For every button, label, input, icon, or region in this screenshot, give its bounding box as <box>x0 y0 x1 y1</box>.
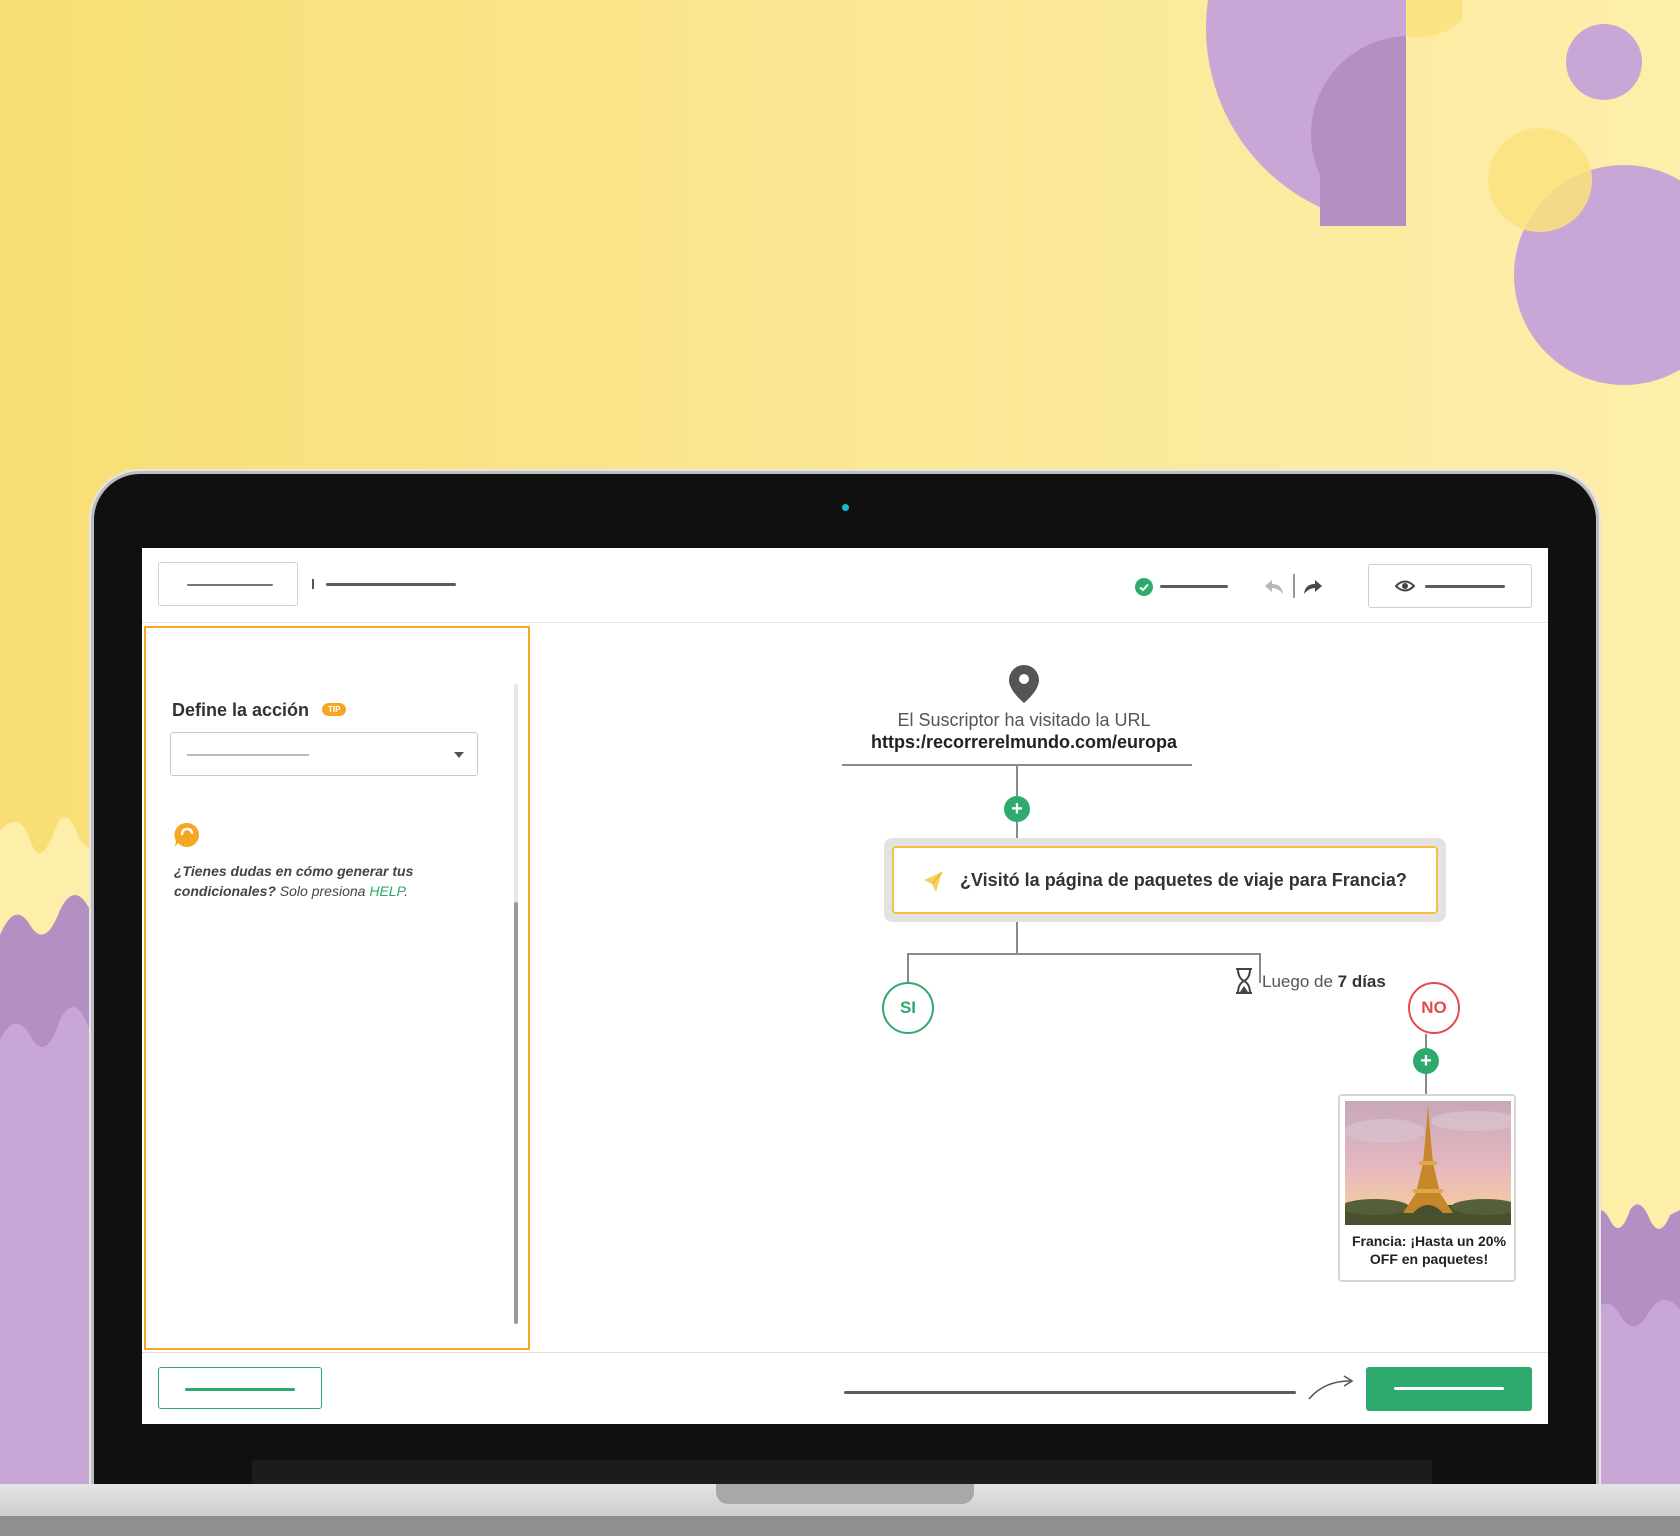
automation-title-placeholder[interactable] <box>326 583 456 586</box>
laptop-base-bottom <box>0 1516 1680 1536</box>
check-circle-icon <box>1135 578 1153 596</box>
save-status-placeholder <box>1160 585 1228 588</box>
help-link[interactable]: HELP <box>369 883 404 899</box>
decorative-shapes-top-right <box>1206 0 1680 385</box>
help-message: ¿Tienes dudas en cómo generar tus condic… <box>174 861 474 901</box>
branch-line <box>907 953 1261 955</box>
footer-message-placeholder <box>844 1391 1296 1394</box>
condition-card: ¿Visitó la página de paquetes de viaje p… <box>892 846 1438 914</box>
redo-icon[interactable] <box>1302 578 1324 596</box>
delay-value: 7 días <box>1337 972 1386 991</box>
action-select[interactable] <box>170 732 478 776</box>
location-pin-icon <box>1008 664 1040 704</box>
email-caption-line1: Francia: ¡Hasta un 20% <box>1351 1233 1507 1249</box>
app-screen: Define la acción TIP ¿Tienes dudas en có… <box>142 548 1548 1424</box>
laptop-notch <box>716 1484 974 1504</box>
sidebar-scrollbar-thumb[interactable] <box>514 902 518 1324</box>
footer-secondary-button[interactable] <box>158 1367 322 1409</box>
toolbar-divider <box>1293 574 1295 598</box>
footer-bar <box>142 1352 1548 1424</box>
condition-node[interactable]: ¿Visitó la página de paquetes de viaje p… <box>884 838 1446 922</box>
email-caption-line2: OFF en paquetes! <box>1369 1251 1489 1267</box>
branch-no-connector <box>1259 953 1261 983</box>
branch-yes-connector <box>907 953 909 983</box>
decorative-drips-right <box>1590 1204 1680 1500</box>
trigger-text: El Suscriptor ha visitado la URL <box>897 710 1151 730</box>
no-branch[interactable]: NO <box>1408 982 1460 1034</box>
email-caption: Francia: ¡Hasta un 20% OFF en paquetes! <box>1344 1232 1514 1268</box>
laptop-hinge <box>252 1460 1432 1484</box>
flow-canvas: El Suscriptor ha visitado la URL https:/… <box>534 628 1548 1352</box>
undo-icon[interactable] <box>1263 578 1285 596</box>
tip-badge[interactable]: TIP <box>322 703 347 716</box>
hourglass-icon <box>1234 968 1254 994</box>
condition-icon <box>922 870 946 894</box>
footer-primary-button[interactable] <box>1366 1367 1532 1411</box>
help-bubble-icon <box>174 822 200 848</box>
email-node[interactable]: Francia: ¡Hasta un 20% OFF en paquetes! <box>1338 1094 1516 1282</box>
add-step-button-2[interactable]: + <box>1413 1048 1439 1074</box>
webcam <box>842 504 849 511</box>
delay-prefix: Luego de <box>1262 972 1338 991</box>
help-suffix: . <box>404 883 408 899</box>
trigger-url: https:/recorrerelmundo.com/europa <box>870 732 1178 752</box>
help-prefix: Solo presiona <box>275 883 370 899</box>
connector-2 <box>1016 922 1018 954</box>
select-placeholder-line <box>187 754 309 756</box>
sidebar-title: Define la acción <box>172 700 310 720</box>
action-sidebar: Define la acción TIP ¿Tienes dudas en có… <box>144 626 530 1350</box>
delay-label: Luego de 7 días <box>1262 972 1386 992</box>
chevron-down-icon <box>453 751 465 759</box>
condition-text: ¿Visitó la página de paquetes de viaje p… <box>960 870 1407 890</box>
title-separator <box>312 579 314 589</box>
back-button[interactable] <box>158 562 298 606</box>
preview-button[interactable] <box>1368 564 1532 608</box>
arrow-icon <box>1306 1373 1356 1401</box>
eiffel-tower-image <box>1345 1101 1511 1225</box>
eye-icon <box>1395 579 1415 593</box>
yes-branch[interactable]: SI <box>882 982 934 1034</box>
toolbar <box>142 548 1548 623</box>
add-step-button-1[interactable]: + <box>1004 796 1030 822</box>
